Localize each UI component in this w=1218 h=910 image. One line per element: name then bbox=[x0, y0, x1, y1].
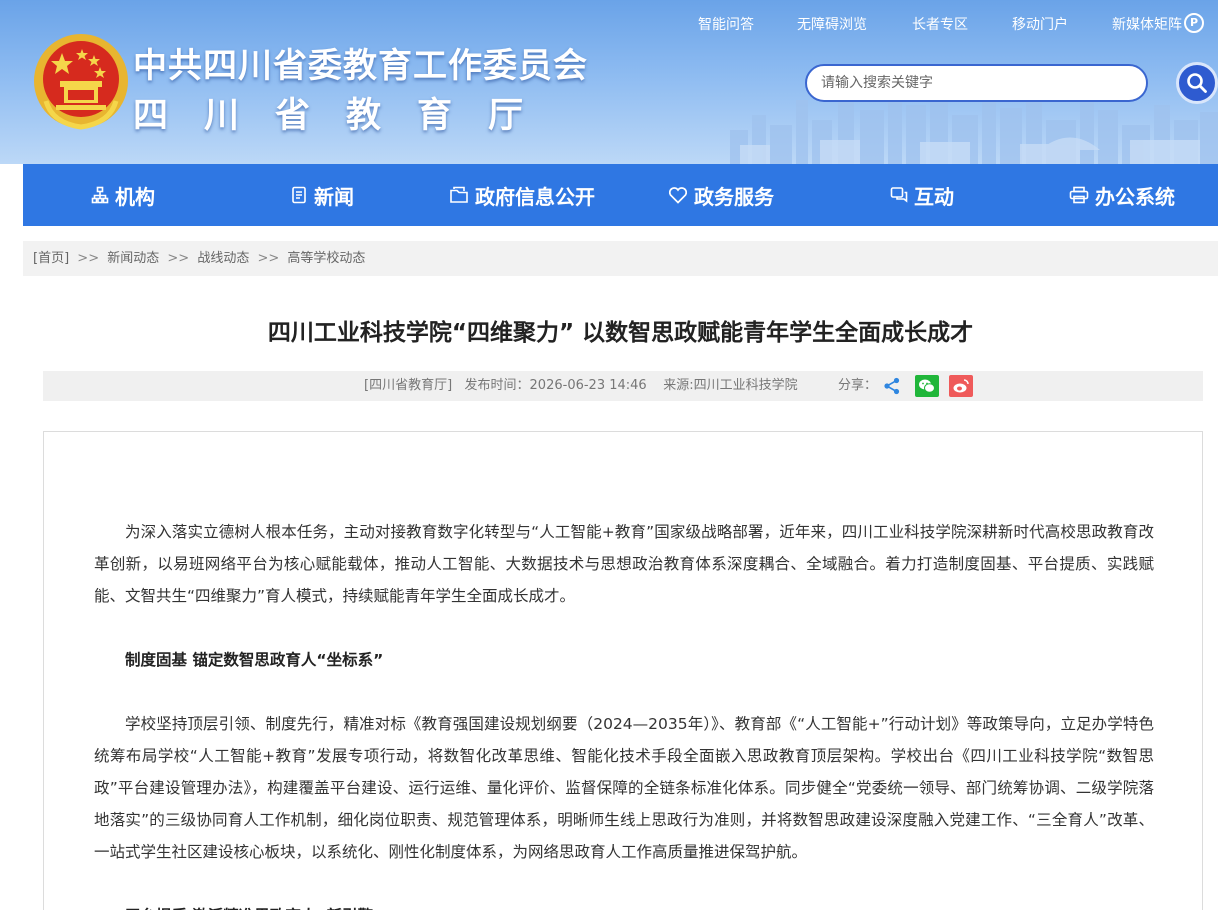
share-label: 分享： bbox=[838, 378, 878, 393]
search-icon bbox=[1187, 73, 1207, 93]
article-meta: [四川省教育厅] 发布时间：2026-06-23 14:46 来源:四川工业科技… bbox=[364, 378, 798, 393]
nav-item-label: 政务服务 bbox=[694, 184, 774, 209]
org-title: 中共四川省委教育工作委员会 bbox=[133, 46, 588, 86]
search-button[interactable] bbox=[1176, 62, 1218, 104]
document-icon bbox=[292, 186, 306, 204]
article-paragraph: 为深入落实立德树人根本任务，主动对接教育数字化转型与“人工智能+教育”国家级战略… bbox=[94, 523, 1154, 605]
nav-item-interaction[interactable]: 互动 bbox=[890, 164, 954, 226]
breadcrumb-news[interactable]: 新闻动态 bbox=[107, 251, 159, 266]
nav-item-org[interactable]: 机构 bbox=[91, 164, 155, 226]
top-link-mobile[interactable]: 移动门户 bbox=[1012, 14, 1068, 34]
breadcrumb-frontline[interactable]: 战线动态 bbox=[197, 251, 249, 266]
folder-icon bbox=[450, 186, 468, 203]
article-meta-bar: [四川省教育厅] 发布时间：2026-06-23 14:46 来源:四川工业科技… bbox=[43, 371, 1203, 401]
top-links: 智能问答 无障碍浏览 长者专区 移动门户 新媒体矩阵 bbox=[0, 14, 1218, 34]
wechat-icon[interactable] bbox=[915, 375, 939, 397]
article-paragraph: 学校坚持顶层引领、制度先行，精准对标《教育强国建设规划纲要（2024—2035年… bbox=[94, 715, 1154, 861]
heart-icon bbox=[668, 187, 688, 204]
article-title: 四川工业科技学院“四维聚力” 以数智思政赋能青年学生全面成长成才 bbox=[267, 320, 974, 346]
breadcrumb-separator: >> bbox=[257, 251, 280, 266]
top-link-accessibility[interactable]: 无障碍浏览 bbox=[797, 14, 867, 34]
top-link-new-media[interactable]: 新媒体矩阵 bbox=[1112, 14, 1182, 34]
breadcrumb-separator: >> bbox=[167, 251, 190, 266]
site-header: 中共四川省委教育工作委员会 四川省教育厅 智能问答 无障碍浏览 长者专区 移动门… bbox=[0, 0, 1218, 164]
weibo-icon[interactable] bbox=[949, 375, 973, 397]
nav-item-services[interactable]: 政务服务 bbox=[668, 164, 774, 226]
nav-item-label: 机构 bbox=[115, 184, 155, 209]
nav-item-label: 互动 bbox=[914, 184, 954, 209]
article-body: 为深入落实立德树人根本任务，主动对接教育数字化转型与“人工智能+教育”国家级战略… bbox=[43, 431, 1203, 910]
breadcrumb-separator: >> bbox=[77, 251, 100, 266]
dept-title: 四川省教育厅 bbox=[133, 96, 560, 136]
nav-item-office[interactable]: 办公系统 bbox=[1069, 164, 1175, 226]
new-media-icon[interactable]: P bbox=[1184, 13, 1204, 33]
org-chart-icon bbox=[91, 186, 109, 204]
chat-icon bbox=[890, 187, 908, 203]
search-input[interactable] bbox=[805, 64, 1148, 102]
breadcrumb: [首页] >> 新闻动态 >> 战线动态 >> 高等学校动态 bbox=[23, 241, 1218, 276]
share-icon[interactable] bbox=[881, 375, 903, 397]
top-link-ai-qa[interactable]: 智能问答 bbox=[698, 14, 754, 34]
breadcrumb-home[interactable]: [首页] bbox=[33, 251, 69, 266]
article-section-heading: 制度固基 锚定数智思政育人“坐标系” bbox=[125, 651, 384, 669]
printer-icon bbox=[1069, 186, 1089, 204]
top-link-elderly[interactable]: 长者专区 bbox=[912, 14, 968, 34]
nav-item-label: 政府信息公开 bbox=[475, 184, 595, 209]
article-section-heading: 平台提质 激活精准思政育人“新引擎” bbox=[94, 900, 1154, 910]
nav-item-label: 办公系统 bbox=[1095, 184, 1175, 209]
main-nav: 机构 新闻 政府信息公开 政务服务 互动 办公系统 bbox=[23, 164, 1218, 226]
nav-item-label: 新闻 bbox=[314, 184, 354, 209]
nav-item-gov-info[interactable]: 政府信息公开 bbox=[449, 164, 595, 226]
national-emblem-icon bbox=[34, 34, 128, 130]
breadcrumb-universities[interactable]: 高等学校动态 bbox=[287, 251, 365, 266]
nav-item-news[interactable]: 新闻 bbox=[290, 164, 354, 226]
